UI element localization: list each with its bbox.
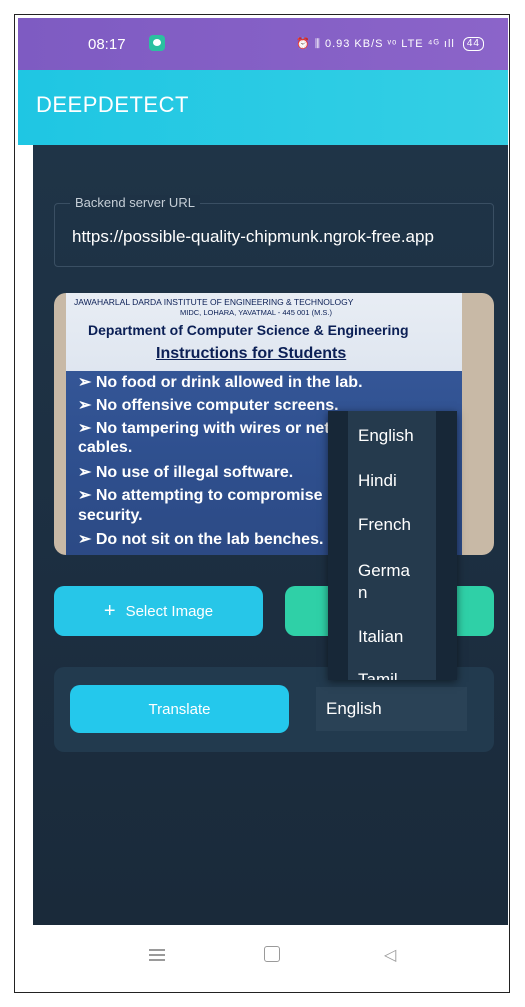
language-select[interactable]: English <box>316 687 467 731</box>
language-option-english[interactable]: English <box>358 425 428 447</box>
photo-rule: ➢ No offensive computer screens. <box>78 397 339 414</box>
language-option-hindi[interactable]: Hindi <box>358 470 428 492</box>
photo-rule: ➢ No tampering with wires or network <box>78 420 367 437</box>
translate-label: Translate <box>148 700 211 718</box>
photo-rule: ➢ Do not sit on the lab benches. <box>78 531 324 548</box>
chat-notification-icon <box>149 35 165 51</box>
menu-icon[interactable] <box>149 949 165 961</box>
status-indicators: ⏰ ⫼ 0.93 KB/S ᵛᵒ LTE ⁴ᴳ ıll 44 <box>296 37 484 51</box>
language-option-italian[interactable]: Italian <box>358 626 428 648</box>
photo-institute: JAWAHARLAL DARDA INSTITUTE OF ENGINEERIN… <box>74 297 354 307</box>
app-title: DEEPDETECT <box>36 92 189 117</box>
select-image-label: Select Image <box>125 602 214 620</box>
status-bar: 08:17 ⏰ ⫼ 0.93 KB/S ᵛᵒ LTE ⁴ᴳ ıll 44 <box>18 18 508 70</box>
system-nav-bar <box>18 925 508 991</box>
photo-address: MIDC, LOHARA, YAVATMAL - 445 001 (M.S.) <box>180 308 332 317</box>
select-image-button[interactable]: + Select Image <box>54 586 263 636</box>
status-time: 08:17 <box>88 35 126 53</box>
language-option-french[interactable]: French <box>358 514 428 536</box>
status-indicators-text: ⏰ ⫼ 0.93 KB/S ᵛᵒ LTE ⁴ᴳ ıll <box>296 38 455 50</box>
photo-title: Instructions for Students <box>156 345 347 362</box>
photo-rule: security. <box>78 507 143 524</box>
battery-icon: 44 <box>462 37 484 51</box>
language-option-german[interactable]: Germa n <box>358 560 428 604</box>
language-selected-value: English <box>326 699 382 718</box>
photo-rule: ➢ No use of illegal software. <box>78 464 294 481</box>
backend-url-label: Backend server URL <box>70 195 200 210</box>
language-option-tamil[interactable]: Tamil <box>358 669 428 680</box>
photo-rule: cables. <box>78 439 133 456</box>
back-icon[interactable]: ◁ <box>384 945 396 965</box>
home-icon[interactable] <box>264 946 280 962</box>
backend-url-input[interactable]: https://possible-quality-chipmunk.ngrok-… <box>72 227 500 247</box>
plus-icon: + <box>103 600 116 622</box>
photo-department: Department of Computer Science & Enginee… <box>88 322 409 338</box>
translate-button[interactable]: Translate <box>70 685 289 733</box>
photo-rule: ➢ No food or drink allowed in the lab. <box>78 374 363 391</box>
